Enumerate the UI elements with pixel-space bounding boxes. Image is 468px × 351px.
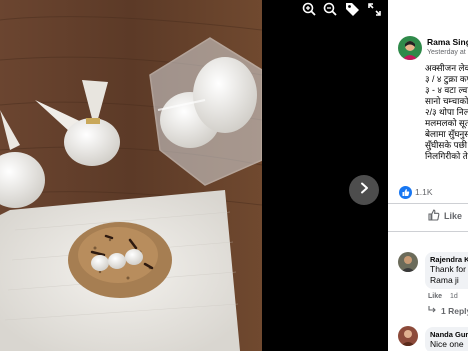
post-author[interactable]: Rama Sing xyxy=(427,37,468,47)
post-text-line: सानो चम्चाको १ चम्च xyxy=(425,96,468,106)
post-time[interactable]: Yesterday at xyxy=(427,49,466,56)
reaction-count[interactable]: 1.1K xyxy=(415,187,433,197)
comment-bubble: Nanda Guru Nice one xyxy=(425,327,468,351)
post-text-line: २/३ थोपा निलगिरीको xyxy=(425,107,468,117)
comment-author[interactable]: Rajendra Ku xyxy=(430,255,468,264)
chevron-right-icon xyxy=(358,181,370,199)
comment-bubble: Rajendra Ku Thank for Rama ji xyxy=(425,252,468,289)
photo-illustration xyxy=(0,0,262,351)
thumbs-up-icon xyxy=(428,209,440,223)
post-text-line: मलमलको सूती कपड़ा xyxy=(425,118,468,128)
next-photo-button[interactable] xyxy=(349,175,379,205)
reply-arrow-icon xyxy=(428,306,437,316)
comment-text: Nice one xyxy=(430,339,464,349)
view-replies-link[interactable]: 1 Reply xyxy=(428,306,468,316)
fullscreen-icon[interactable] xyxy=(364,0,384,18)
like-button[interactable]: Like xyxy=(428,209,462,223)
post-text-line: सुँघीसके पछी प्लास्टि xyxy=(425,140,468,150)
comment-text: Rama ji xyxy=(430,275,459,285)
post-text-line: ३ / ४ टुक्रा कपुर xyxy=(425,74,468,84)
comment-meta: Like 1d xyxy=(428,293,458,300)
post-text-line: अक्सीजन लेवल कम xyxy=(425,63,468,73)
divider xyxy=(388,203,468,204)
commenter-avatar[interactable] xyxy=(398,252,418,272)
post-text-line: बेलामा सुँघनुस् ... xyxy=(425,129,468,139)
comment-time[interactable]: 1d xyxy=(450,293,458,300)
photo-viewer xyxy=(0,0,388,351)
comment-like-link[interactable]: Like xyxy=(428,293,442,300)
replies-label: 1 Reply xyxy=(441,306,468,316)
comment-text: Thank for xyxy=(430,264,466,274)
comment-author[interactable]: Nanda Guru xyxy=(430,330,468,339)
post-text-line: ३ - ४ वटा ल्वांग , xyxy=(425,85,468,95)
commenter-avatar[interactable] xyxy=(398,326,418,346)
zoom-in-icon[interactable] xyxy=(299,0,319,18)
post-photo[interactable] xyxy=(0,0,262,351)
author-avatar[interactable] xyxy=(398,36,422,60)
post-panel: Rama Sing Yesterday at अक्सीजन लेवल कम ३… xyxy=(388,0,468,351)
tag-icon[interactable] xyxy=(342,0,362,18)
like-label: Like xyxy=(444,211,463,221)
like-reaction-icon[interactable] xyxy=(399,186,412,204)
zoom-out-icon[interactable] xyxy=(320,0,340,18)
divider xyxy=(388,231,468,232)
post-text-line: निलगिरीको तेल घरम xyxy=(425,151,468,161)
